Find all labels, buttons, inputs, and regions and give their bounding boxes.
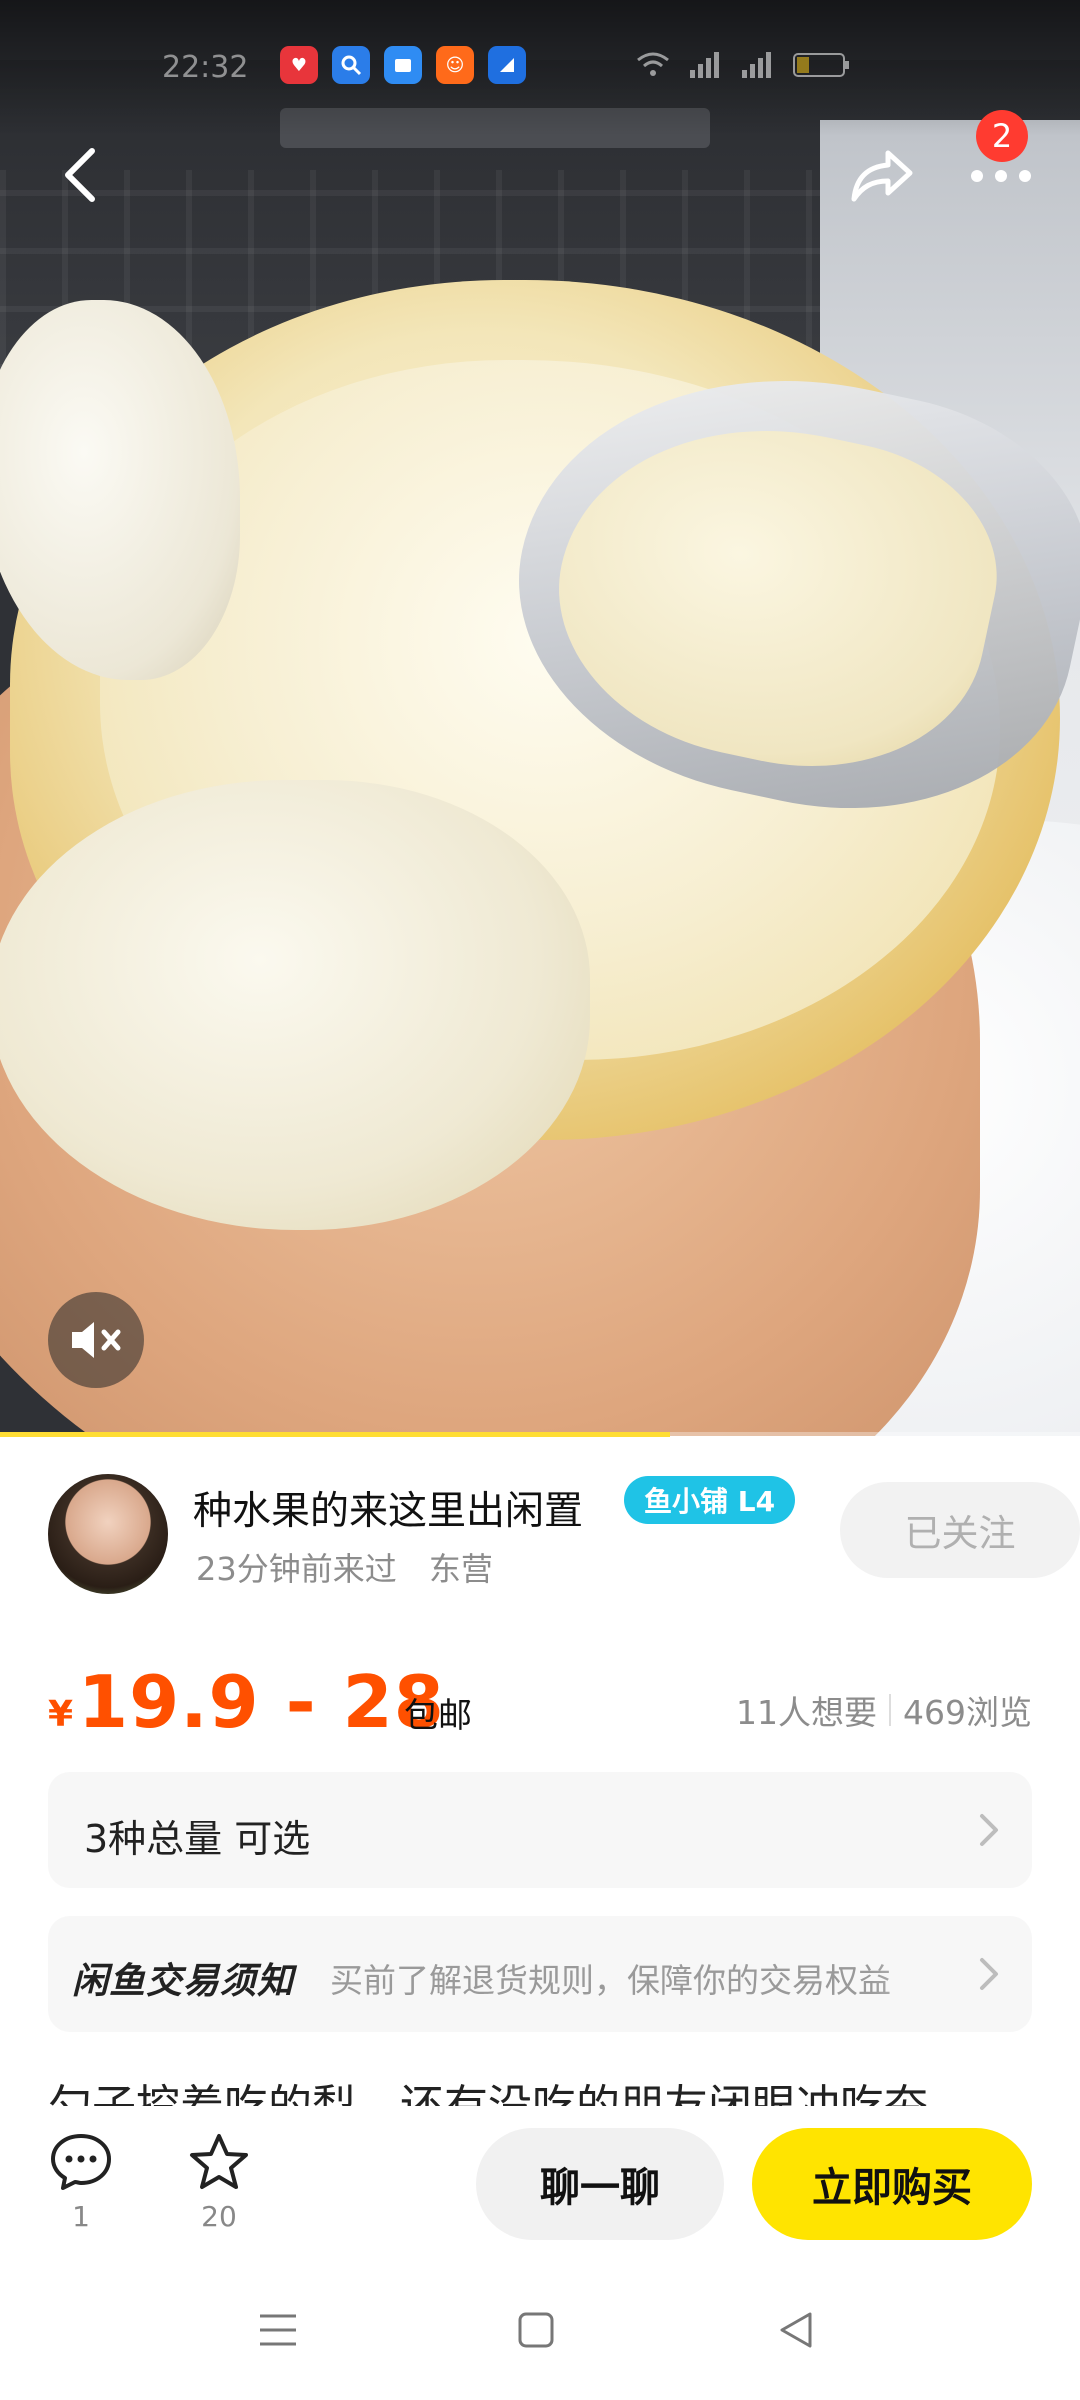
home-square-icon — [518, 2312, 554, 2348]
signal-icon — [742, 52, 771, 78]
seller-name[interactable]: 种水果的来这里出闲置 — [193, 1480, 583, 1536]
notification-badge: 2 — [976, 110, 1028, 162]
signal-icon — [690, 52, 719, 78]
app-files-icon — [384, 46, 422, 84]
nav-back-button[interactable] — [766, 2300, 826, 2360]
wifi-icon — [637, 52, 669, 76]
chevron-left-icon — [65, 148, 95, 202]
item-stats: 11人想要 469浏览 — [736, 1686, 1032, 1734]
price-range: 19.9 - 28 — [78, 1660, 445, 1744]
avatar[interactable] — [48, 1474, 168, 1594]
description-text: 勺子挖着吃的梨，还有没吃的朋友闭眼冲吃夯 — [48, 2072, 1032, 2106]
share-icon — [851, 150, 913, 202]
location-text: 东营 — [428, 1550, 493, 1588]
comments-count: 1 — [72, 2200, 90, 2233]
currency-symbol: ¥ — [48, 1694, 74, 1735]
notice-description: 买前了解退货规则，保障你的交易权益 — [330, 1961, 891, 2000]
chevron-right-icon — [980, 1958, 998, 1990]
seller-row[interactable]: 种水果的来这里出闲置 鱼小铺 L4 23分钟前来过 东营 已关注 — [48, 1468, 1080, 1598]
buy-now-button[interactable]: 立即购买 — [752, 2128, 1032, 2240]
seller-meta: 23分钟前来过 东营 — [196, 1544, 493, 1590]
shop-level-badge[interactable]: 鱼小铺 L4 — [624, 1476, 796, 1524]
comments-button[interactable]: 1 — [36, 2132, 126, 2252]
variant-selector[interactable]: 3种总量 可选 — [48, 1772, 1032, 1888]
triangle-back-icon — [780, 2312, 812, 2348]
app-red-icon: ♥ — [280, 46, 318, 84]
chat-button[interactable]: 聊一聊 — [476, 2128, 724, 2240]
star-icon — [190, 2134, 248, 2189]
mute-button[interactable] — [48, 1292, 144, 1388]
share-button[interactable] — [848, 140, 916, 210]
status-time: 22:32 — [162, 50, 249, 85]
more-dots-icon — [971, 170, 1031, 182]
comment-bubble-icon — [51, 2134, 111, 2190]
item-description-preview: 勺子挖着吃的梨，还有没吃的朋友闭眼冲吃夯 — [48, 2072, 1032, 2106]
product-video[interactable] — [0, 0, 1080, 1436]
video-progress-fill — [0, 1432, 670, 1437]
nav-menu-button[interactable] — [248, 2300, 308, 2360]
battery-icon — [793, 53, 849, 77]
follow-button[interactable]: 已关注 — [840, 1482, 1080, 1578]
status-bar: 22:32 ♥ ☺ — [0, 0, 1080, 136]
variant-label: 3种总量 可选 — [84, 1817, 311, 1861]
app-taobao-icon: ☺ — [436, 46, 474, 84]
back-button[interactable] — [50, 140, 110, 210]
system-navigation-bar — [0, 2256, 1080, 2400]
trade-notice-card[interactable]: 闲鱼交易须知 买前了解退货规则，保障你的交易权益 — [48, 1916, 1032, 2032]
video-progress-bar[interactable] — [0, 1432, 1080, 1437]
divider — [889, 1694, 891, 1726]
free-shipping-label: 包邮 — [404, 1696, 472, 1736]
nav-home-button[interactable] — [506, 2300, 566, 2360]
bottom-action-bar: 1 20 聊一聊 立即购买 — [0, 2106, 1080, 2256]
menu-icon — [260, 2314, 296, 2346]
app-search-icon — [332, 46, 370, 84]
speaker-muted-icon — [72, 1322, 121, 1358]
system-status-icons — [636, 50, 852, 80]
views-count: 469浏览 — [903, 1693, 1032, 1732]
pear-slice-image — [0, 780, 590, 1230]
favorites-count: 20 — [201, 2200, 237, 2233]
wants-count: 11人想要 — [736, 1693, 877, 1732]
app-blue-icon — [488, 46, 526, 84]
notice-title: 闲鱼交易须知 — [72, 1961, 295, 2002]
last-seen-text: 23分钟前来过 — [196, 1550, 397, 1588]
chevron-right-icon — [980, 1814, 998, 1846]
notification-app-icons: ♥ ☺ — [280, 46, 526, 84]
favorite-button[interactable]: 20 — [174, 2132, 264, 2252]
price-row: ¥ 19.9 - 28 包邮 11人想要 469浏览 — [48, 1656, 1032, 1746]
